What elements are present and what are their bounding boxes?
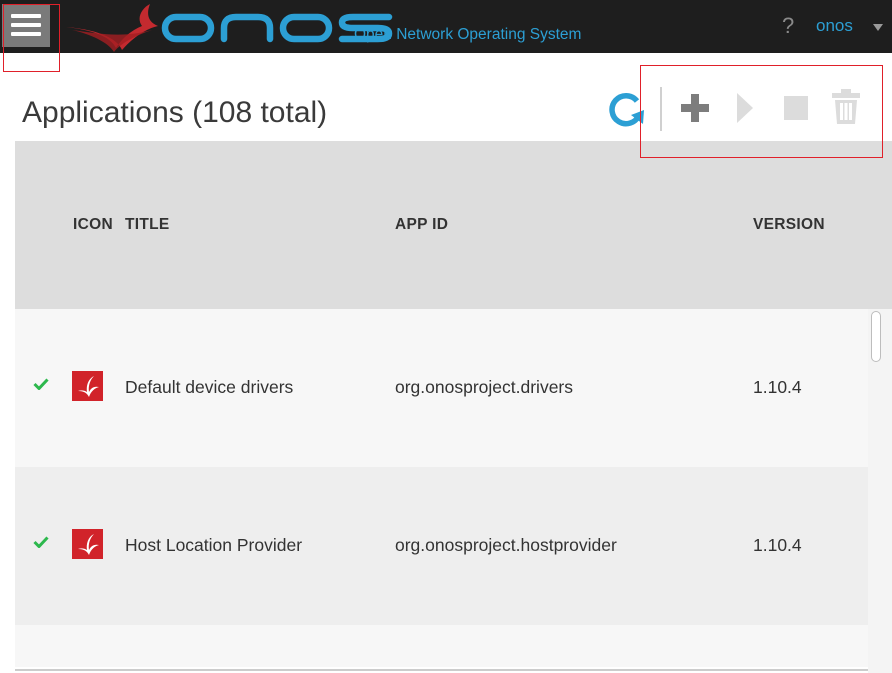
app-bird-icon xyxy=(72,529,103,559)
chevron-down-icon[interactable] xyxy=(873,24,883,31)
table-row[interactable] xyxy=(15,625,868,667)
table-row[interactable]: Host Location Provider org.onosproject.h… xyxy=(15,467,868,625)
row-app-id: org.onosproject.drivers xyxy=(395,377,573,397)
trash-icon[interactable] xyxy=(831,88,861,126)
hamburger-bar xyxy=(11,32,41,36)
row-version: 1.10.4 xyxy=(753,535,802,555)
column-header-app-id[interactable]: APP ID xyxy=(395,216,448,234)
table-bottom-border xyxy=(15,669,868,671)
plus-icon[interactable] xyxy=(680,93,710,123)
hamburger-menu-icon xyxy=(11,14,41,18)
scrollbar-thumb[interactable] xyxy=(871,311,881,362)
column-header-icon[interactable]: ICON xyxy=(73,216,113,234)
toolbar-divider xyxy=(660,87,662,131)
user-menu[interactable]: onos xyxy=(816,16,853,36)
table-row[interactable]: Default device drivers org.onosproject.d… xyxy=(15,309,868,467)
refresh-icon[interactable] xyxy=(607,91,645,129)
app-bird-icon xyxy=(72,371,103,401)
hamburger-menu-button[interactable] xyxy=(2,4,50,47)
column-header-version[interactable]: VERSION xyxy=(753,216,825,234)
column-header-title[interactable]: TITLE xyxy=(125,216,170,234)
row-version: 1.10.4 xyxy=(753,377,802,397)
stop-icon[interactable] xyxy=(783,95,809,121)
top-bar: Open Network Operating System ? onos xyxy=(0,0,892,53)
table-body: Default device drivers org.onosproject.d… xyxy=(15,309,868,667)
help-icon[interactable]: ? xyxy=(782,13,794,39)
check-icon xyxy=(33,536,49,548)
logo-tagline: Open Network Operating System xyxy=(354,26,582,43)
row-title: Default device drivers xyxy=(125,377,294,397)
scrollbar-track[interactable] xyxy=(868,309,892,673)
row-title: Host Location Provider xyxy=(125,535,303,555)
check-icon xyxy=(33,378,49,390)
play-icon[interactable] xyxy=(735,92,755,124)
row-app-id: org.onosproject.hostprovider xyxy=(395,535,617,555)
table-header: ICON TITLE APP ID VERSION xyxy=(15,141,892,309)
hamburger-bar xyxy=(11,23,41,27)
page-title: Applications (108 total) xyxy=(22,96,328,129)
